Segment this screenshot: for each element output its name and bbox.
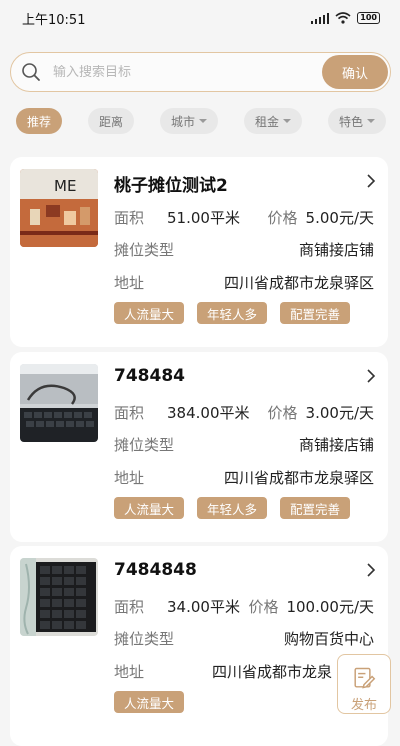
type-label: 摊位类型 (114, 630, 175, 648)
spec-row: 面积 384.00平米 价格 3.00元/天 (114, 402, 374, 423)
search-icon (22, 63, 40, 81)
search-bar: 确认 (10, 52, 391, 92)
signal-icon (310, 12, 330, 24)
listing-title: 748484 (114, 366, 185, 386)
price-label: 价格 (248, 598, 279, 616)
filter-label: 特色 (338, 114, 363, 129)
filter-distance[interactable]: 距离 (87, 108, 134, 134)
filter-label: 城市 (170, 114, 195, 129)
listing-card[interactable]: ME 桃子摊位测试2 面积 51.00平米 价格 5.00元/天 摊位类型 商铺… (10, 157, 388, 347)
type-row: 摊位类型 商铺接店铺 (114, 239, 374, 260)
publish-label: 发布 (350, 698, 377, 713)
price-value: 5.00元/天 (305, 209, 374, 227)
listing-title: 桃子摊位测试2 (114, 176, 228, 196)
address-value: 四川省成都市龙泉驿区 (223, 469, 374, 487)
type-row: 摊位类型 商铺接店铺 (114, 434, 374, 455)
type-value: 商铺接店铺 (298, 436, 374, 454)
filter-row: 推荐 距离 城市 租金 特色 (16, 108, 386, 134)
tag: 配置完善 (280, 497, 351, 519)
filter-recommend[interactable]: 推荐 (16, 108, 63, 134)
tag: 配置完善 (280, 302, 351, 324)
price-value: 100.00元/天 (286, 598, 374, 616)
address-row: 地址 四川省成都市龙泉驿区 (114, 467, 374, 488)
type-label: 摊位类型 (114, 436, 175, 454)
address-label: 地址 (114, 663, 145, 681)
caret-down-icon (198, 119, 207, 123)
filter-rent[interactable]: 租金 (243, 108, 302, 134)
price-value: 3.00元/天 (305, 404, 374, 422)
type-row: 摊位类型 购物百货中心 (114, 628, 374, 649)
type-label: 摊位类型 (114, 241, 175, 259)
filter-city[interactable]: 城市 (159, 108, 218, 134)
address-value: 四川省成都市龙泉 (211, 663, 332, 681)
filter-label: 距离 (98, 114, 123, 129)
filter-label: 推荐 (27, 114, 52, 129)
area-value: 384.00平米 (167, 404, 250, 422)
confirm-button[interactable]: 确认 (322, 55, 388, 89)
tag-list: 人流量大 年轻人多 配置完善 (114, 302, 351, 324)
spec-row: 面积 34.00平米 价格 100.00元/天 (114, 596, 374, 617)
status-time: 上午10:51 (22, 12, 86, 28)
laptop-photo-icon (20, 364, 98, 442)
type-value: 商铺接店铺 (298, 241, 374, 259)
area-label: 面积 (114, 598, 145, 616)
search-input[interactable] (53, 64, 322, 80)
wifi-icon (335, 12, 351, 24)
address-label: 地址 (114, 469, 145, 487)
address-label: 地址 (114, 274, 145, 292)
chevron-right-icon (367, 174, 376, 188)
tag: 人流量大 (114, 302, 185, 324)
battery-icon: 100 (357, 12, 380, 24)
edit-document-icon (354, 667, 376, 689)
area-value: 51.00平米 (167, 209, 240, 227)
listing-card[interactable]: 748484 面积 384.00平米 价格 3.00元/天 摊位类型 商铺接店铺… (10, 352, 388, 542)
spec-row: 面积 51.00平米 价格 5.00元/天 (114, 207, 374, 228)
tag: 人流量大 (114, 497, 185, 519)
filter-label: 租金 (254, 114, 279, 129)
tag: 人流量大 (114, 691, 185, 713)
type-value: 购物百货中心 (283, 630, 374, 648)
listing-card[interactable]: 7484848 面积 34.00平米 价格 100.00元/天 摊位类型 购物百… (10, 546, 388, 746)
address-row: 地址 四川省成都市龙泉 (114, 661, 374, 682)
status-bar: 上午10:51 100 (0, 0, 400, 36)
area-label: 面积 (114, 209, 145, 227)
status-icons: 100 (310, 12, 380, 24)
caret-down-icon (282, 119, 291, 123)
svg-text:ME: ME (54, 177, 76, 195)
keyboard-photo-icon (20, 558, 98, 636)
publish-button[interactable]: 发布 (337, 654, 391, 714)
shelf-photo-icon: ME (20, 169, 98, 247)
area-value: 34.00平米 (167, 598, 240, 616)
filter-feature[interactable]: 特色 (327, 108, 386, 134)
price-label: 价格 (267, 209, 298, 227)
tag: 年轻人多 (197, 302, 268, 324)
price-label: 价格 (267, 404, 298, 422)
chevron-right-icon (367, 369, 376, 383)
tag: 年轻人多 (197, 497, 268, 519)
chevron-right-icon (367, 563, 376, 577)
caret-down-icon (366, 119, 375, 123)
listing-title: 7484848 (114, 560, 197, 580)
tag-list: 人流量大 年轻人多 配置完善 (114, 497, 351, 519)
tag-list: 人流量大 (114, 691, 185, 713)
address-row: 地址 四川省成都市龙泉驿区 (114, 272, 374, 293)
area-label: 面积 (114, 404, 145, 422)
address-value: 四川省成都市龙泉驿区 (223, 274, 374, 292)
